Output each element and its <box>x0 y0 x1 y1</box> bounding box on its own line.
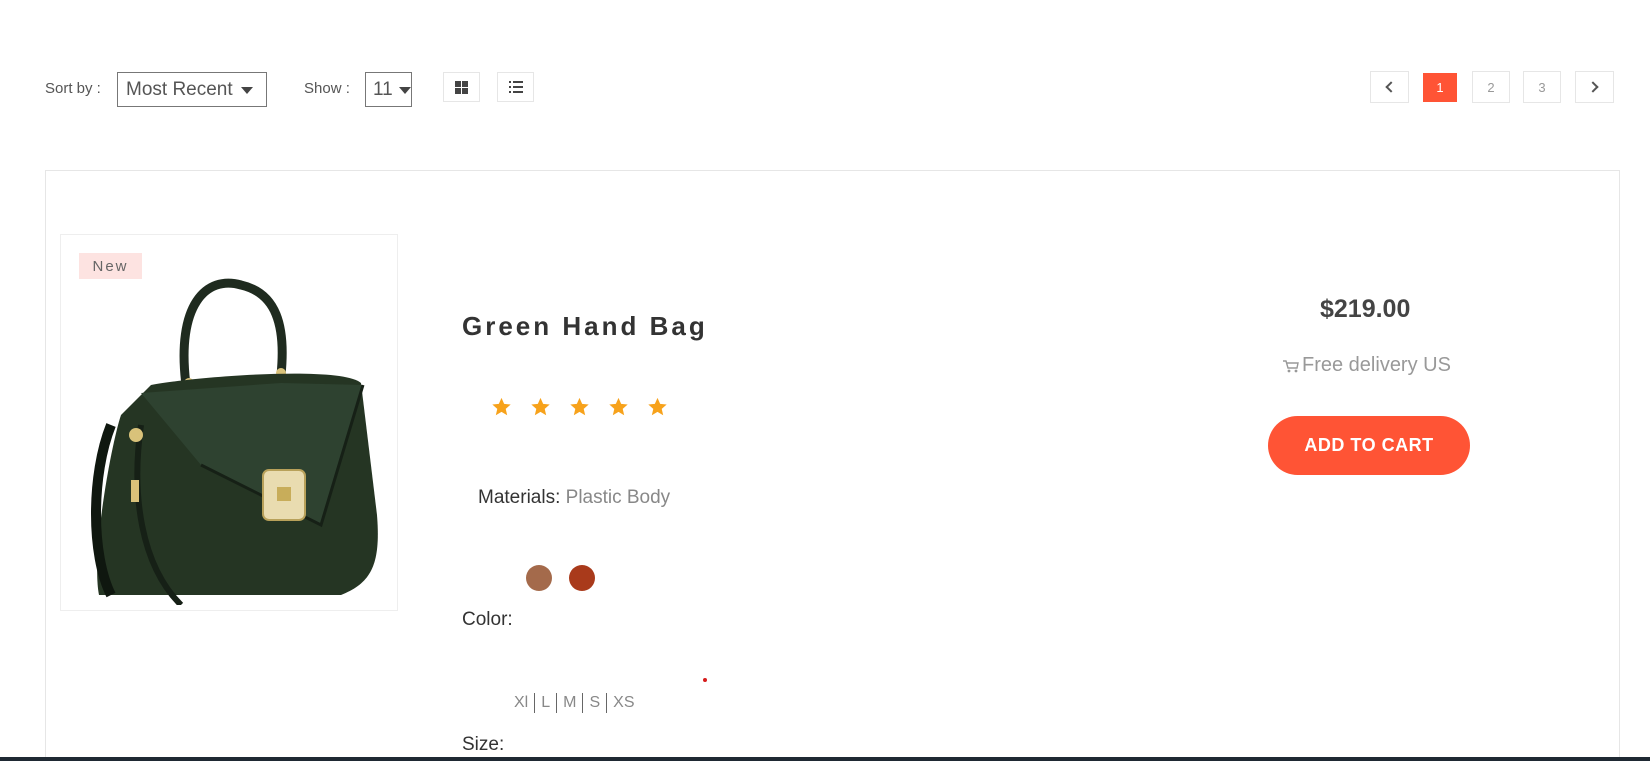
bottom-border <box>0 757 1650 761</box>
indicator-dot <box>703 678 707 682</box>
size-option[interactable]: M <box>557 694 582 712</box>
product-title[interactable]: Green Hand Bag <box>462 311 708 342</box>
color-swatch-2[interactable] <box>569 565 595 591</box>
new-badge: New <box>79 253 142 279</box>
listing-toolbar: Sort by : Most Recent Show : 11 1 2 3 <box>0 0 1650 140</box>
size-label: Size: <box>462 734 505 755</box>
color-label: Color: <box>462 609 513 630</box>
sort-value: Most Recent <box>126 78 233 100</box>
size-option[interactable]: XS <box>607 694 640 712</box>
materials-label: Materials: <box>478 487 561 508</box>
size-options: Xl L M S XS <box>508 693 640 713</box>
size-option[interactable]: S <box>583 694 606 712</box>
caret-down-icon <box>398 87 411 94</box>
caret-down-icon <box>240 87 253 94</box>
color-swatch-1[interactable] <box>526 565 552 591</box>
product-price: $219.00 <box>1320 295 1411 323</box>
star-icon <box>648 397 667 416</box>
pagination-page-3[interactable]: 3 <box>1523 71 1561 103</box>
grid-icon <box>455 80 468 94</box>
chevron-left-icon <box>1385 81 1397 93</box>
add-to-cart-button[interactable]: ADD TO CART <box>1268 416 1470 475</box>
materials: Materials: Plastic Body <box>478 487 670 509</box>
chevron-right-icon <box>1587 81 1599 93</box>
show-value: 11 <box>373 78 393 100</box>
product-image[interactable]: New <box>60 234 398 611</box>
size-option[interactable]: L <box>535 694 556 712</box>
list-icon <box>508 81 523 93</box>
pagination-page-1[interactable]: 1 <box>1423 73 1457 102</box>
sort-select[interactable]: Most Recent <box>117 72 267 107</box>
rating-stars <box>490 396 669 418</box>
sort-label: Sort by : <box>45 80 101 97</box>
delivery-text: Free delivery US <box>1302 354 1451 376</box>
cart-icon <box>1283 359 1299 372</box>
color-swatches <box>526 565 595 591</box>
pagination-prev-button[interactable] <box>1370 71 1409 103</box>
star-icon <box>492 397 511 416</box>
grid-view-button[interactable] <box>443 72 480 102</box>
materials-value: Plastic Body <box>565 487 671 508</box>
list-view-button[interactable] <box>497 72 534 102</box>
star-icon <box>609 397 628 416</box>
pagination-next-button[interactable] <box>1575 71 1614 103</box>
pagination-page-2[interactable]: 2 <box>1472 71 1510 103</box>
show-label: Show : <box>304 80 350 97</box>
size-option[interactable]: Xl <box>508 694 534 712</box>
delivery-info: Free delivery US <box>1282 354 1451 377</box>
star-icon <box>531 397 550 416</box>
show-select[interactable]: 11 <box>365 72 412 107</box>
handbag-image <box>91 278 378 605</box>
product-card: New Green Hand Bag Materials: Plastic Bo… <box>45 170 1620 761</box>
star-icon <box>570 397 589 416</box>
